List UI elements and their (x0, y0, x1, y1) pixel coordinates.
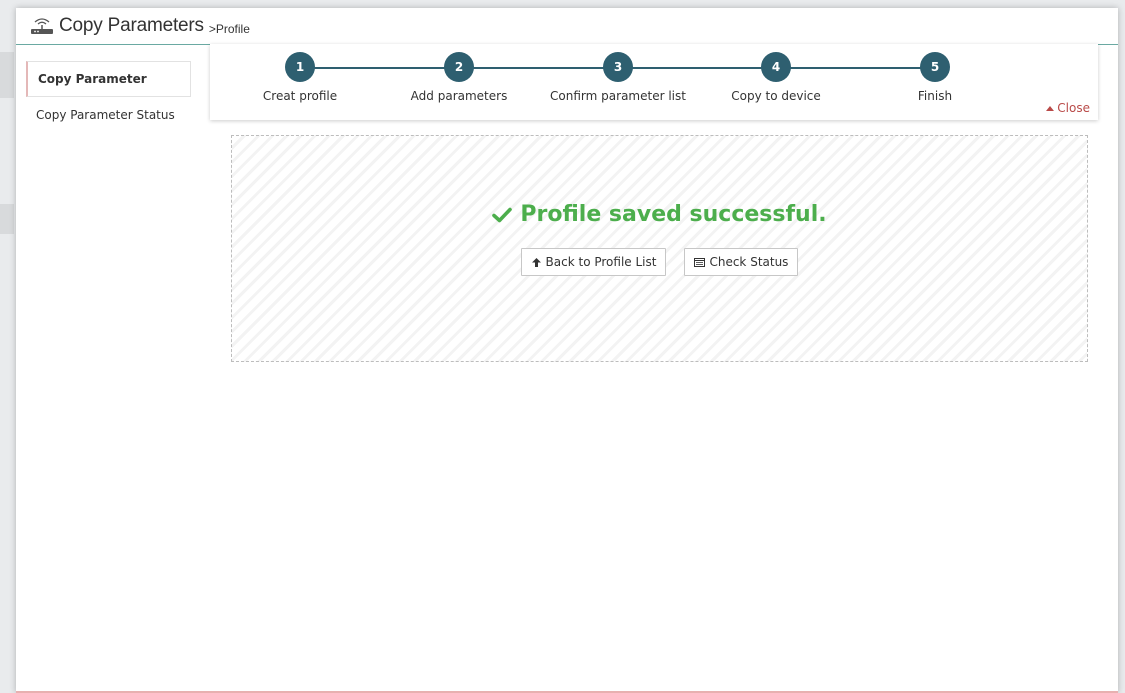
step-label: Finish (917, 89, 953, 103)
wizard-step-1: 1 Creat profile (220, 52, 380, 103)
sidebar: Copy Parameter Copy Parameter Status (26, 61, 191, 133)
step-label: Copy to device (731, 89, 821, 103)
step-label: Confirm parameter list (550, 89, 686, 103)
back-to-profile-list-button[interactable]: Back to Profile List (520, 248, 667, 276)
close-wizard-link[interactable]: Close (1046, 101, 1090, 115)
sidebar-item-label: Copy Parameter Status (36, 108, 175, 122)
step-number: 1 (285, 52, 315, 82)
wizard-step-5: 5 Finish (855, 52, 1015, 103)
check-status-button[interactable]: Check Status (684, 248, 799, 276)
router-icon (31, 18, 53, 34)
breadcrumb: >Profile (208, 21, 250, 36)
result-actions: Back to Profile List Check Status (232, 248, 1087, 276)
list-icon (694, 257, 706, 267)
step-number: 3 (603, 52, 633, 82)
arrow-up-icon (531, 257, 541, 267)
success-message: Profile saved successful. (232, 202, 1087, 227)
wizard-step-4: 4 Copy to device (696, 52, 856, 103)
success-text: Profile saved successful. (520, 202, 827, 227)
step-number: 4 (761, 52, 791, 82)
sidebar-item-label: Copy Parameter (38, 72, 147, 86)
background-panel-tab (0, 52, 14, 98)
step-number: 5 (920, 52, 950, 82)
window-titlebar: Copy Parameters >Profile (16, 8, 1118, 45)
sidebar-item-copy-parameter[interactable]: Copy Parameter (26, 61, 191, 97)
copy-parameters-window: Copy Parameters >Profile Copy Parameter … (16, 8, 1118, 693)
window-title: Copy Parameters (59, 15, 204, 36)
button-label: Check Status (709, 255, 789, 269)
close-label: Close (1057, 101, 1090, 115)
checkmark-icon (492, 207, 513, 222)
background-panel-tab (0, 204, 14, 234)
step-label: Creat profile (262, 89, 338, 103)
sidebar-item-copy-parameter-status[interactable]: Copy Parameter Status (26, 97, 191, 133)
step-number: 2 (444, 52, 474, 82)
result-panel: Profile saved successful. Back to Profil… (231, 135, 1088, 362)
wizard-progress: 1 Creat profile 2 Add parameters 3 Confi… (210, 44, 1098, 120)
step-label: Add parameters (410, 89, 508, 103)
wizard-step-2: 2 Add parameters (379, 52, 539, 103)
caret-up-icon (1046, 105, 1055, 111)
wizard-step-3: 3 Confirm parameter list (538, 52, 698, 103)
button-label: Back to Profile List (545, 255, 657, 269)
